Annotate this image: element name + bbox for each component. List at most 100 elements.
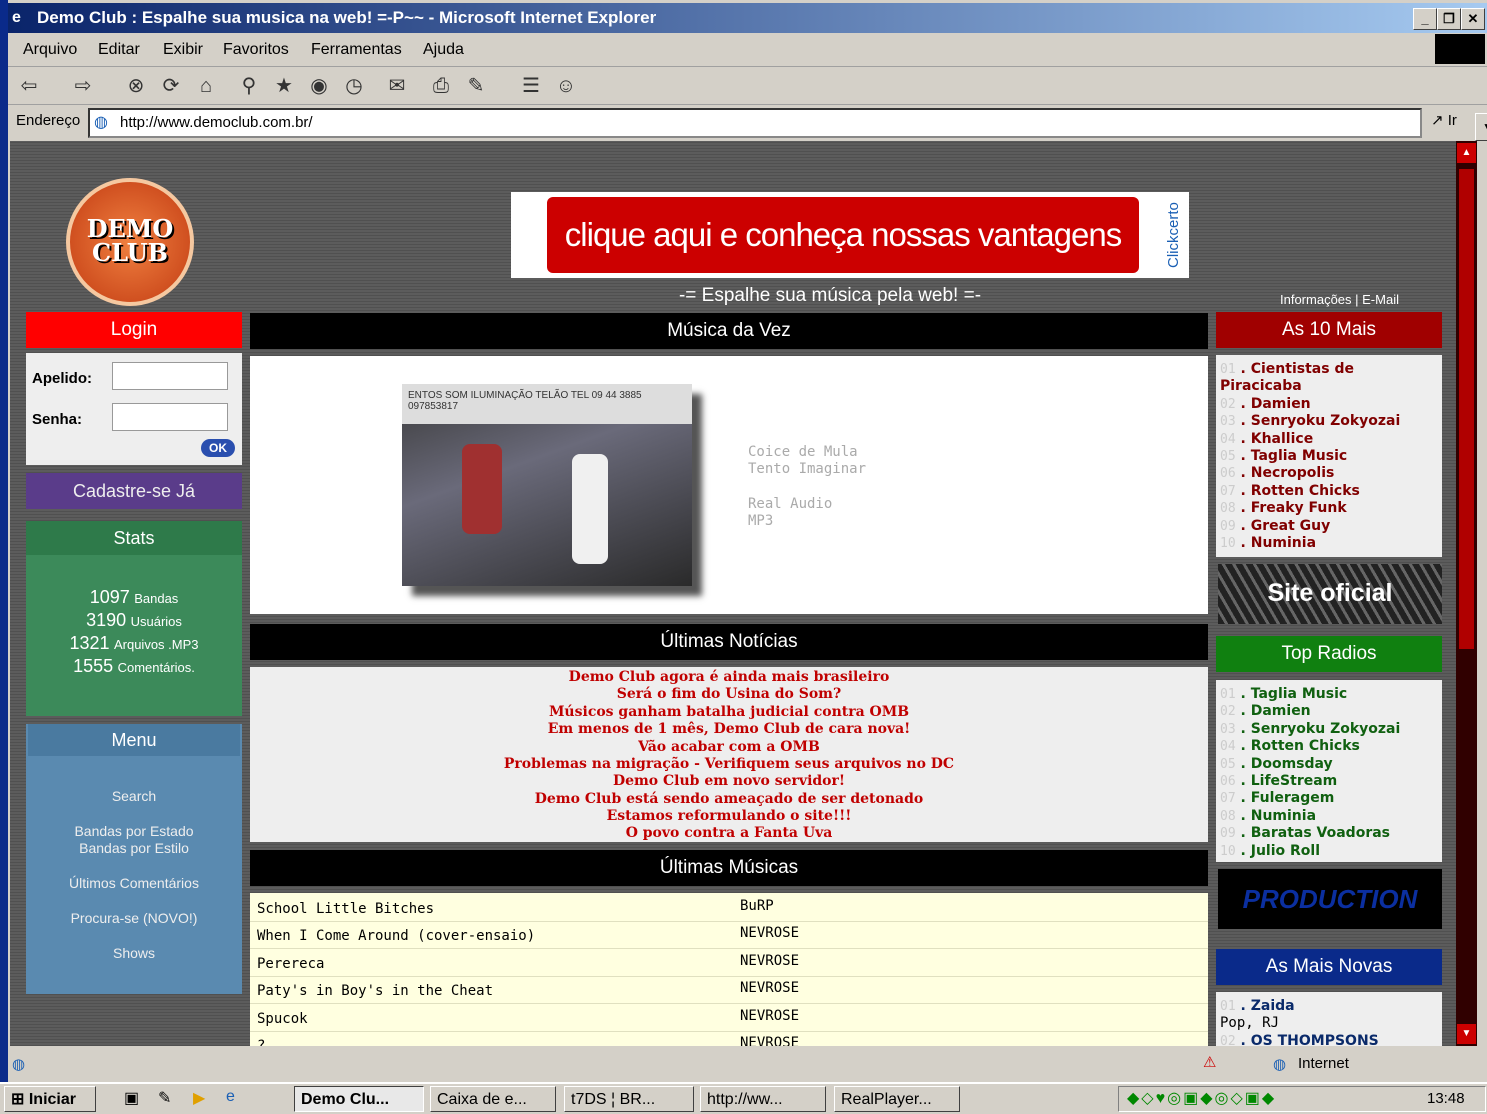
band-link[interactable]: Zaida [1251, 998, 1295, 1014]
song-title[interactable]: ? [257, 1038, 265, 1046]
task-caixa[interactable]: Caixa de e... [430, 1086, 556, 1112]
news-item[interactable]: Estamos reformulando o site!!! [250, 808, 1208, 825]
list-item[interactable]: 01 . Zaida [1220, 998, 1295, 1015]
band-link[interactable]: Khallice [1251, 431, 1313, 447]
menu-item-bandas-estilo[interactable]: Bandas por Estilo [26, 840, 242, 857]
band-link[interactable]: Necropolis [1251, 465, 1335, 481]
table-row[interactable]: ? NEVROSE [250, 1032, 1208, 1046]
address-dropdown[interactable]: ▼ [1475, 113, 1487, 141]
list-item[interactable]: 01 . Cientistas de [1220, 361, 1354, 378]
task-democlub[interactable]: Demo Clu... [294, 1086, 424, 1112]
menu-exibir[interactable]: Exibir [163, 36, 203, 64]
banner-button[interactable]: clique aqui e conheça nossas vantagens [547, 197, 1139, 273]
list-item[interactable]: 08 . Freaky Funk [1220, 500, 1347, 517]
news-item[interactable]: O povo contra a Fanta Uva [250, 825, 1208, 842]
table-row[interactable]: Spucok NEVROSE [250, 1005, 1208, 1032]
task-realplayer[interactable]: RealPlayer... [834, 1086, 960, 1112]
band-link[interactable]: Rotten Chicks [1251, 483, 1360, 499]
band-link[interactable]: OS THOMPSONS [1251, 1033, 1379, 1046]
list-item[interactable]: 04 . Rotten Chicks [1220, 738, 1360, 755]
history-icon[interactable]: ◷ [341, 74, 367, 98]
forward-icon[interactable]: ⇨ [70, 74, 96, 98]
list-item[interactable]: 05 . Doomsday [1220, 756, 1333, 773]
band-link[interactable]: Julio Roll [1251, 843, 1320, 859]
list-item[interactable]: 10 . Numinia [1220, 535, 1316, 552]
song-title[interactable]: School Little Bitches [257, 901, 434, 917]
quicklaunch-desktop-icon[interactable]: ▣ [124, 1088, 139, 1108]
list-item[interactable]: 06 . LifeStream [1220, 773, 1337, 790]
menu-favoritos[interactable]: Favoritos [223, 36, 289, 64]
edit-icon[interactable]: ✎ [463, 74, 489, 98]
demo-club-logo[interactable]: DEMO CLUB [66, 178, 194, 306]
list-item[interactable]: 07 . Fuleragem [1220, 790, 1334, 807]
menu-item-bandas-estado[interactable]: Bandas por Estado [26, 823, 242, 840]
vertical-scrollbar[interactable]: ▲ ▼ [1456, 141, 1477, 1046]
scroll-up-icon[interactable]: ▲ [1457, 143, 1476, 163]
news-item[interactable]: Demo Club está sendo ameaçado de ser det… [250, 791, 1208, 808]
band-link[interactable]: Damien [1251, 396, 1311, 412]
refresh-icon[interactable]: ⟳ [158, 74, 184, 98]
menu-editar[interactable]: Editar [98, 36, 140, 64]
news-item[interactable]: Em menos de 1 mês, Demo Club de cara nov… [250, 721, 1208, 738]
table-row[interactable]: Paty's in Boy's in the Cheat NEVROSE [250, 977, 1208, 1004]
list-item[interactable]: 04 . Khallice [1220, 431, 1313, 448]
artist-name[interactable]: NEVROSE [740, 1008, 799, 1024]
favorites-icon[interactable]: ★ [271, 74, 297, 98]
task-http[interactable]: http://ww... [700, 1086, 826, 1112]
band-link[interactable]: Rotten Chicks [1251, 738, 1360, 754]
artist-name[interactable]: BuRP [740, 898, 774, 914]
band-link[interactable]: Piracicaba [1220, 378, 1302, 394]
mail-icon[interactable]: ✉ [384, 74, 410, 98]
list-item[interactable]: 09 . Baratas Voadoras [1220, 825, 1390, 842]
band-link[interactable]: Taglia Music [1251, 686, 1347, 702]
apelido-input[interactable] [112, 362, 228, 390]
song-title[interactable]: Paty's in Boy's in the Cheat [257, 983, 493, 999]
band-link[interactable]: Freaky Funk [1251, 500, 1347, 516]
search-icon[interactable]: ⚲ [236, 74, 262, 98]
scroll-down-icon[interactable]: ▼ [1457, 1024, 1476, 1044]
list-item[interactable]: 07 . Rotten Chicks [1220, 483, 1360, 500]
list-item[interactable]: 03 . Senryoku Zokyozai [1220, 721, 1400, 738]
menu-item-shows[interactable]: Shows [26, 945, 242, 962]
news-item[interactable]: Será o fim do Usina do Som? [250, 686, 1208, 703]
news-item[interactable]: Músicos ganham batalha judicial contra O… [250, 704, 1208, 721]
format-real-audio[interactable]: Real Audio [748, 496, 832, 512]
table-row[interactable]: School Little Bitches BuRP [250, 895, 1208, 922]
top-links[interactable]: Informações | E-Mail [1280, 292, 1399, 307]
menu-item-procura-se[interactable]: Procura-se (NOVO!) [26, 910, 242, 927]
news-item[interactable]: Demo Club em novo servidor! [250, 773, 1208, 790]
go-button[interactable]: ↗ Ir [1431, 111, 1457, 129]
song-name[interactable]: Tento Imaginar [748, 461, 866, 477]
quicklaunch-media-icon[interactable]: ▶ [193, 1088, 205, 1108]
song-title[interactable]: Spucok [257, 1011, 308, 1027]
messenger-icon[interactable]: ☺ [553, 74, 579, 98]
list-item[interactable]: 01 . Taglia Music [1220, 686, 1347, 703]
maximize-button[interactable]: ❐ [1437, 8, 1461, 30]
band-link[interactable]: Cientistas de [1251, 361, 1354, 377]
start-button[interactable]: ⊞ Iniciar [4, 1086, 96, 1112]
artist-name[interactable]: NEVROSE [740, 953, 799, 969]
band-name[interactable]: Coice de Mula [748, 444, 858, 460]
scroll-thumb[interactable] [1459, 169, 1474, 649]
list-item[interactable]: Piracicaba [1220, 378, 1302, 395]
band-link[interactable]: Fuleragem [1251, 790, 1335, 806]
menu-arquivo[interactable]: Arquivo [23, 36, 77, 64]
quicklaunch-ie-icon[interactable]: e [226, 1088, 235, 1106]
list-item[interactable]: 09 . Great Guy [1220, 518, 1330, 535]
band-link[interactable]: Great Guy [1251, 518, 1331, 534]
band-link[interactable]: Doomsday [1251, 756, 1333, 772]
menu-ferramentas[interactable]: Ferramentas [311, 36, 402, 64]
ad-banner[interactable]: clique aqui e conheça nossas vantagens C… [511, 192, 1189, 278]
senha-input[interactable] [112, 403, 228, 431]
task-t7ds[interactable]: t7DS ¦ BR... [564, 1086, 694, 1112]
song-title[interactable]: When I Come Around (cover-ensaio) [257, 928, 535, 944]
band-link[interactable]: Taglia Music [1251, 448, 1347, 464]
close-button[interactable]: ✕ [1461, 8, 1485, 30]
artist-name[interactable]: NEVROSE [740, 1035, 799, 1046]
address-input[interactable]: ◍ http://www.democlub.com.br/ ▼ [88, 108, 1487, 141]
artist-name[interactable]: NEVROSE [740, 925, 799, 941]
table-row[interactable]: Perereca NEVROSE [250, 950, 1208, 977]
news-item[interactable]: Vão acabar com a OMB [250, 739, 1208, 756]
band-photo[interactable]: ENTOS SOM ILUMINAÇÃO TELÃO TEL 09 44 388… [402, 384, 692, 586]
band-link[interactable]: Baratas Voadoras [1251, 825, 1390, 841]
